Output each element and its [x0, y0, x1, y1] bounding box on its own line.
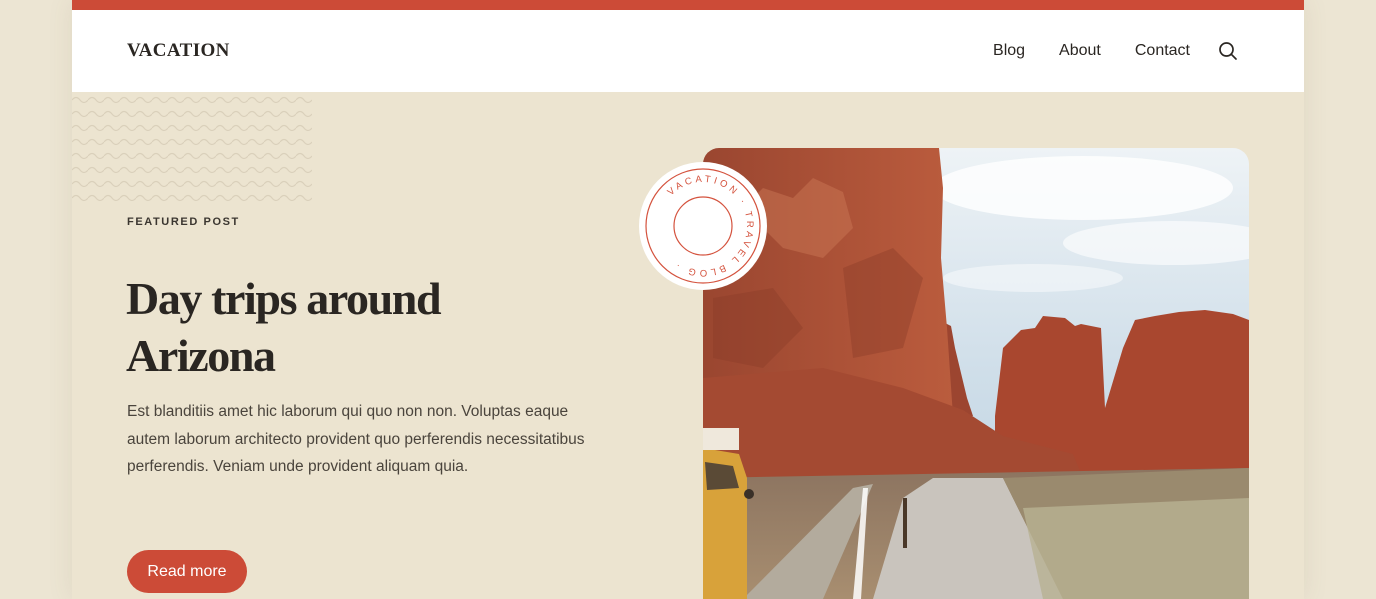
top-accent-bar	[72, 0, 1304, 10]
page-frame: VACATION Blog About Contact FEATURED POS…	[72, 0, 1304, 599]
badge-text: VACATION · TRAVEL BLOG ·	[666, 174, 752, 278]
wave-pattern-decoration	[72, 92, 312, 204]
site-title[interactable]: VACATION	[127, 40, 230, 62]
read-more-button[interactable]: Read more	[127, 550, 247, 593]
svg-text:VACATION · TRAVEL BLOG ·: VACATION · TRAVEL BLOG ·	[666, 174, 755, 278]
featured-post-label: FEATURED POST	[127, 216, 240, 228]
main-nav: Blog About Contact	[993, 39, 1238, 63]
nav-item-contact[interactable]: Contact	[1135, 42, 1190, 60]
travel-blog-badge: VACATION · TRAVEL BLOG ·	[639, 162, 767, 290]
nav-item-blog[interactable]: Blog	[993, 42, 1025, 60]
featured-post-image[interactable]	[703, 148, 1249, 599]
nav-item-about[interactable]: About	[1059, 42, 1101, 60]
site-header: VACATION Blog About Contact	[72, 10, 1304, 92]
search-icon[interactable]	[1218, 41, 1238, 61]
post-excerpt: Est blanditiis amet hic laborum qui quo …	[127, 403, 585, 475]
post-title[interactable]: Day trips around Arizona	[126, 270, 546, 384]
